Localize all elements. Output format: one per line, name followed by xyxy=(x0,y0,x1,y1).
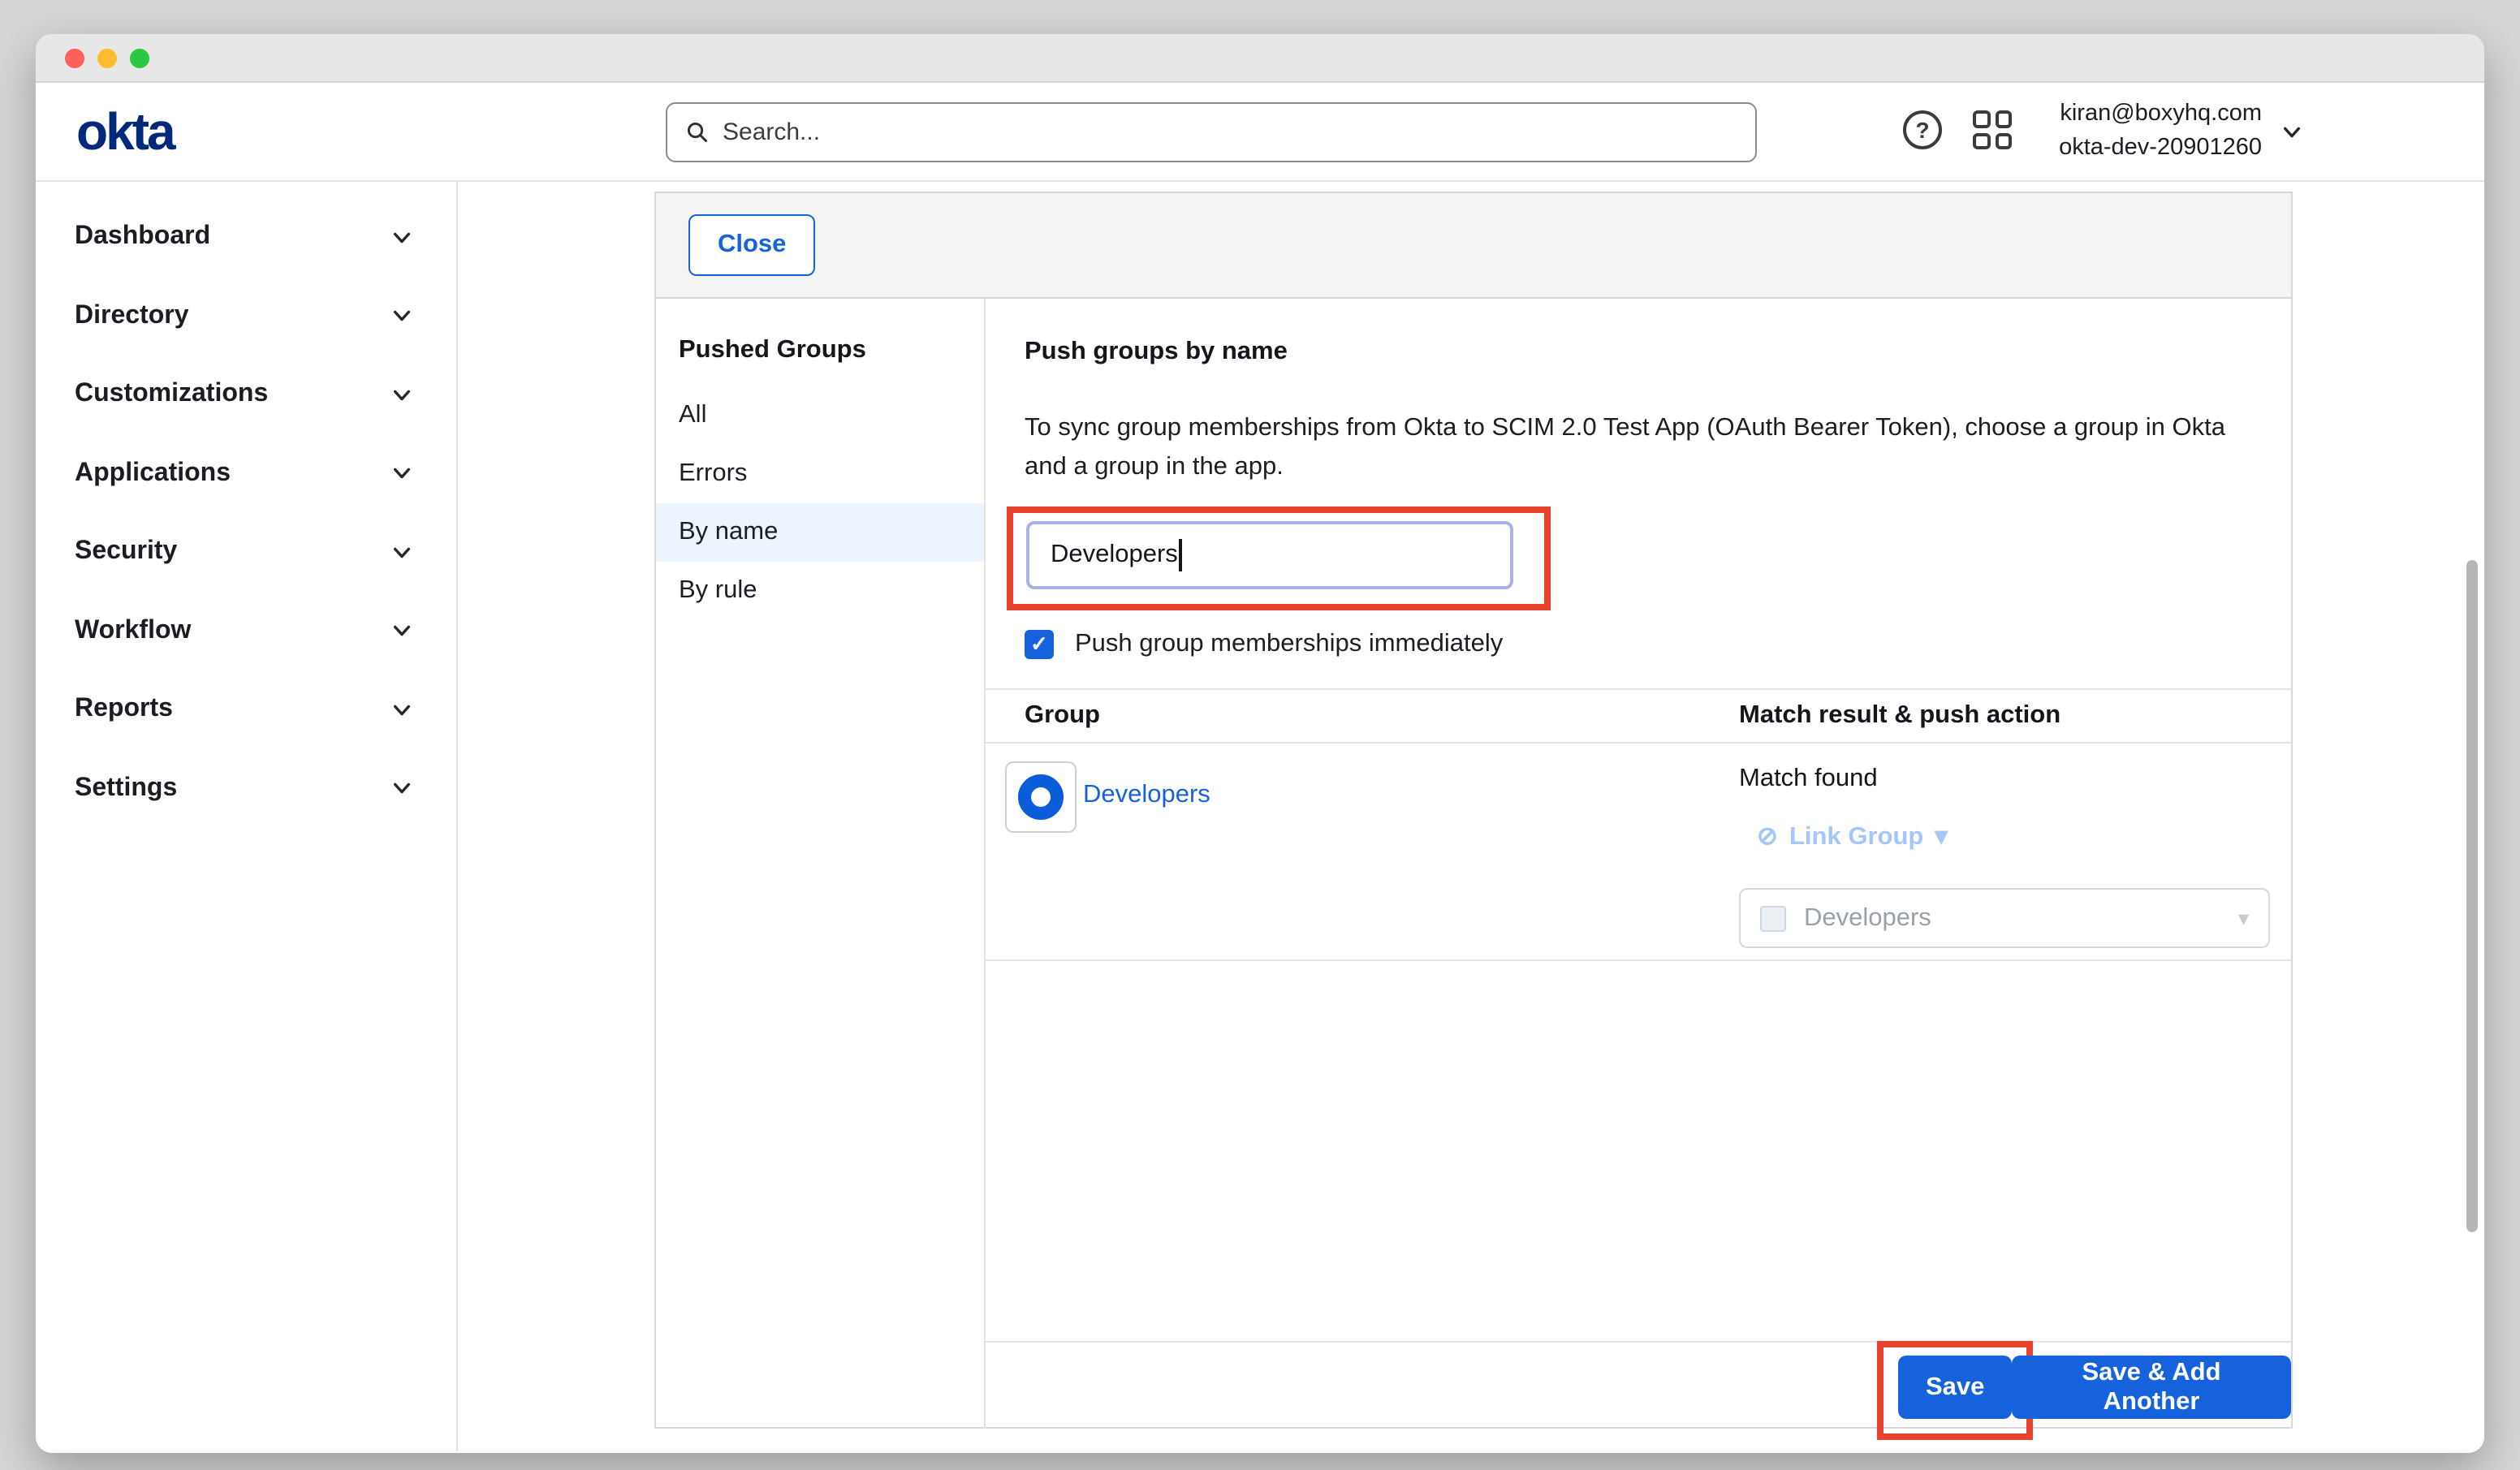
column-header-match: Match result & push action xyxy=(1739,701,2060,731)
help-glyph: ? xyxy=(1915,117,1929,143)
grid-square xyxy=(1995,110,2012,127)
save-button[interactable]: Save xyxy=(1898,1356,2012,1419)
subnav-item-by-name[interactable]: By name xyxy=(656,503,984,562)
sidebar-item-label: Directory xyxy=(75,302,189,331)
target-group-value: Developers xyxy=(1804,903,2220,933)
match-status-text: Match found xyxy=(1739,765,1878,794)
check-icon: ✓ xyxy=(1030,632,1048,657)
window-close-button[interactable] xyxy=(65,48,84,67)
push-immediately-row: ✓ Push group memberships immediately xyxy=(1025,630,1503,659)
sidebar-item-directory[interactable]: Directory xyxy=(36,277,456,356)
chevron-down-icon xyxy=(2281,122,2302,143)
caret-down-icon: ▾ xyxy=(2238,905,2249,931)
target-group-select[interactable]: Developers ▾ xyxy=(1739,888,2270,948)
chevron-down-icon xyxy=(391,463,412,485)
sidebar-item-dashboard[interactable]: Dashboard xyxy=(36,198,456,277)
okta-logo: okta xyxy=(76,102,174,162)
push-immediately-label: Push group memberships immediately xyxy=(1075,630,1503,659)
push-by-name-content: Push groups by name To sync group member… xyxy=(986,299,2291,1429)
chevron-down-icon xyxy=(391,227,412,248)
help-icon[interactable]: ? xyxy=(1903,110,1942,149)
user-email: kiran@boxyhq.com xyxy=(2059,97,2262,132)
user-menu[interactable]: kiran@boxyhq.com okta-dev-20901260 xyxy=(2059,97,2302,167)
grid-square xyxy=(1973,132,1990,149)
text-cursor xyxy=(1180,539,1182,571)
push-groups-panel: Close Pushed Groups All Errors By name B… xyxy=(654,192,2293,1429)
chevron-down-icon xyxy=(391,385,412,406)
grid-square xyxy=(1995,132,2012,149)
chevron-down-icon xyxy=(391,306,412,327)
sidebar-item-label: Reports xyxy=(75,696,173,725)
vertical-scrollbar[interactable] xyxy=(2466,560,2478,1232)
panel-body: Pushed Groups All Errors By name By rule… xyxy=(656,299,2291,1429)
link-group-icon: ⊘ xyxy=(1757,821,1778,852)
chevron-down-icon xyxy=(391,778,412,800)
group-logo-icon xyxy=(1018,774,1064,820)
sidebar-item-label: Workflow xyxy=(75,617,191,646)
caret-down-icon: ▾ xyxy=(1935,821,1948,852)
sidebar-item-label: Settings xyxy=(75,774,177,804)
link-group-button[interactable]: ⊘ Link Group ▾ xyxy=(1757,821,1948,852)
save-add-another-button[interactable]: Save & Add Another xyxy=(2012,1356,2291,1419)
search-icon xyxy=(687,122,708,143)
sidebar-item-reports[interactable]: Reports xyxy=(36,670,456,749)
group-name-input[interactable]: Developers xyxy=(1026,521,1513,589)
search-input[interactable] xyxy=(723,119,1736,146)
user-account-text: kiran@boxyhq.com okta-dev-20901260 xyxy=(2059,97,2262,167)
content-title: Push groups by name xyxy=(1025,338,1288,367)
match-table-header: Group Match result & push action xyxy=(986,688,2291,744)
group-name-link[interactable]: Developers xyxy=(1083,781,1210,810)
chevron-down-icon xyxy=(391,700,412,721)
subnav-item-by-rule[interactable]: By rule xyxy=(656,562,984,620)
user-org: okta-dev-20901260 xyxy=(2059,132,2262,167)
chevron-down-icon xyxy=(391,621,412,642)
window-minimize-button[interactable] xyxy=(97,48,117,67)
group-logo xyxy=(1005,761,1077,833)
sidebar-item-settings[interactable]: Settings xyxy=(36,749,456,828)
sidebar-item-label: Applications xyxy=(75,459,231,489)
annotation-box-save: Save xyxy=(1877,1341,2033,1440)
window-titlebar xyxy=(36,34,2484,83)
annotation-box-group-input: Developers xyxy=(1007,507,1551,610)
window-zoom-button[interactable] xyxy=(130,48,149,67)
desktop: okta ? kiran@boxyhq.com o xyxy=(0,0,2520,1470)
subnav-item-all[interactable]: All xyxy=(656,386,984,445)
subnav-item-errors[interactable]: Errors xyxy=(656,445,984,503)
browser-window: okta ? kiran@boxyhq.com o xyxy=(36,34,2484,1453)
link-group-label: Link Group xyxy=(1789,822,1923,851)
grid-square xyxy=(1973,110,1990,127)
apps-grid-icon[interactable] xyxy=(1973,110,2012,149)
group-input-value: Developers xyxy=(1051,541,1178,570)
sidebar-item-workflow[interactable]: Workflow xyxy=(36,592,456,670)
global-search[interactable] xyxy=(666,102,1757,162)
panel-toolbar: Close xyxy=(656,193,2291,299)
app-header: okta ? kiran@boxyhq.com o xyxy=(36,83,2484,182)
sidebar-item-security[interactable]: Security xyxy=(36,513,456,592)
column-header-group: Group xyxy=(986,701,1739,731)
chevron-down-icon xyxy=(391,542,412,563)
sidebar-item-label: Dashboard xyxy=(75,223,210,252)
close-button[interactable]: Close xyxy=(688,214,815,276)
row-divider xyxy=(986,959,2291,961)
sidebar-item-label: Customizations xyxy=(75,381,268,410)
subnav-title: Pushed Groups xyxy=(656,321,984,386)
app-body: Dashboard Directory Customizations Appli… xyxy=(36,182,2484,1451)
footer-bar: Save Save & Add Another xyxy=(986,1341,2291,1429)
sidebar-item-customizations[interactable]: Customizations xyxy=(36,356,456,434)
sidebar-item-applications[interactable]: Applications xyxy=(36,434,456,513)
sidebar: Dashboard Directory Customizations Appli… xyxy=(36,182,458,1451)
main-area: Close Pushed Groups All Errors By name B… xyxy=(458,182,2484,1451)
sidebar-item-label: Security xyxy=(75,538,177,567)
select-thumbnail xyxy=(1760,905,1786,931)
pushed-groups-subnav: Pushed Groups All Errors By name By rule xyxy=(656,299,986,1429)
push-immediately-checkbox[interactable]: ✓ xyxy=(1025,630,1054,659)
content-description: To sync group memberships from Okta to S… xyxy=(1025,409,2259,487)
